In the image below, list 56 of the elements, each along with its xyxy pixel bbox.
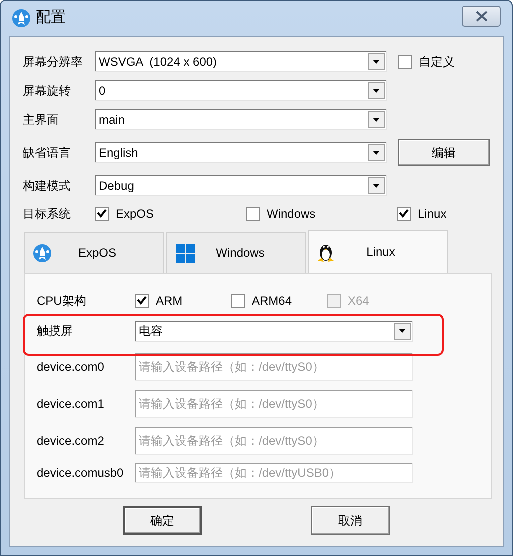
field-label: 构建模式 [23, 178, 72, 194]
window-title: 配置 [36, 8, 66, 28]
field-label: 主界面 [23, 112, 60, 128]
input-field[interactable]: 请输入设备路径（如：/dev/ttyS0） [135, 426, 413, 454]
tab[interactable]: ExpOS [24, 232, 164, 273]
dropdown[interactable]: WSVGA (1024 x 600) [95, 51, 387, 72]
checkbox-label: X64 [348, 292, 370, 310]
dropdown[interactable]: Debug [95, 175, 387, 196]
checkbox[interactable] [246, 206, 260, 220]
field-label: 屏幕分辨率 [23, 54, 84, 70]
app-icon [12, 9, 31, 28]
caret-icon [373, 150, 380, 154]
field-label: 屏幕旋转 [23, 82, 72, 100]
close-button[interactable] [462, 6, 501, 27]
dropdown[interactable]: 0 [95, 80, 387, 101]
checkbox-label: ARM64 [252, 292, 292, 310]
checkbox-label: ExpOS [116, 206, 154, 222]
checkbox[interactable] [135, 294, 149, 308]
caret-icon [373, 184, 380, 188]
close-icon [474, 11, 488, 22]
field-label: CPU架构 [37, 292, 88, 310]
checkbox[interactable] [95, 206, 109, 220]
checkmark-icon [137, 296, 147, 305]
checkbox-label: Linux [418, 206, 447, 222]
checkbox[interactable] [231, 294, 245, 308]
dropdown[interactable]: English [95, 142, 387, 163]
checkmark-icon [97, 209, 107, 218]
checkbox-label: 自定义 [419, 54, 455, 70]
edit-button[interactable]: 编辑 [398, 139, 490, 166]
tab[interactable]: Linux [308, 230, 448, 273]
checkmark-icon [399, 209, 409, 218]
field-label: device.com0 [37, 358, 106, 376]
checkbox-label: ARM [156, 292, 183, 310]
field-label: 缺省语言 [23, 144, 72, 162]
checkbox-label: Windows [267, 206, 316, 222]
tab[interactable]: Windows [166, 232, 306, 273]
field-label: device.comusb0 [37, 465, 125, 482]
dropdown[interactable]: main [95, 109, 387, 130]
caret-icon [373, 60, 380, 64]
field-label: device.com1 [37, 396, 106, 412]
dropdown[interactable]: 电容 [135, 320, 413, 342]
app-icon [33, 244, 52, 262]
caret-icon [373, 88, 380, 92]
field-label: 目标系统 [23, 206, 72, 222]
field-label: device.com2 [37, 432, 106, 450]
field-label: 触摸屏 [37, 323, 74, 340]
checkbox[interactable] [397, 206, 411, 220]
caret-icon [399, 329, 406, 333]
cancel-button[interactable]: 取消 [311, 506, 390, 535]
input-field[interactable]: 请输入设备路径（如：/dev/ttyUSB0） [135, 463, 413, 483]
ok-button[interactable]: 确定 [123, 506, 202, 535]
input-field[interactable]: 请输入设备路径（如：/dev/ttyS0） [135, 390, 413, 418]
windows-logo-icon [175, 242, 196, 264]
input-field[interactable]: 请输入设备路径（如：/dev/ttyS0） [135, 352, 413, 380]
caret-icon [373, 118, 380, 122]
checkbox[interactable] [398, 54, 412, 68]
